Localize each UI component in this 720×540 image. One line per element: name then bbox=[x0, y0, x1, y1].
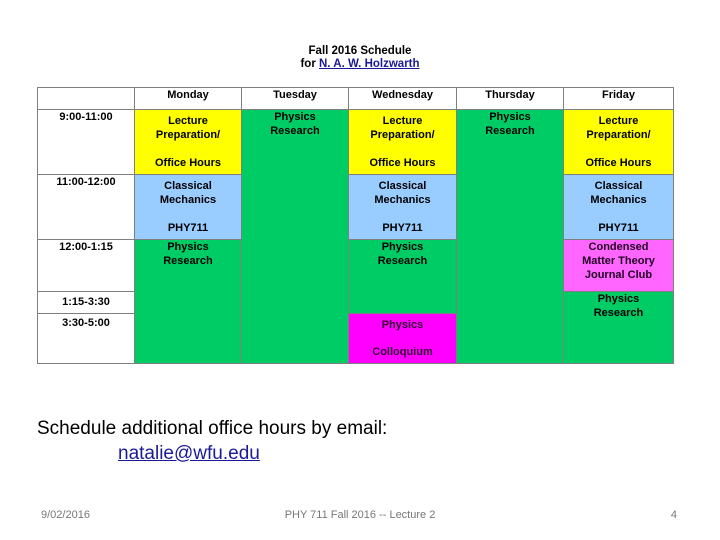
title-prefix: for bbox=[300, 58, 319, 70]
cell-text: Condensed bbox=[588, 241, 649, 253]
cell-text: Colloquium bbox=[372, 346, 433, 358]
corner-cell bbox=[37, 87, 135, 110]
cell-text: Research bbox=[163, 255, 213, 267]
cell-text: Physics bbox=[381, 241, 424, 253]
friday-physics-research: Physics Research bbox=[563, 291, 674, 364]
wednesday-physics-research: Physics Research bbox=[348, 239, 457, 314]
header-row: Monday Tuesday Wednesday Thursday Friday bbox=[37, 87, 674, 110]
wednesday-colloquium: Physics Colloquium bbox=[348, 313, 457, 364]
cell-text: Journal Club bbox=[584, 269, 653, 281]
title-line1: Fall 2016 Schedule bbox=[308, 45, 412, 57]
cell-text: Physics bbox=[274, 111, 316, 123]
cell-text: Research bbox=[270, 125, 320, 137]
table-row: 11:00-12:00 Classical Mechanics PHY711 Cl… bbox=[37, 174, 674, 240]
monday-classical-mechanics: Classical Mechanics PHY711 bbox=[134, 174, 242, 240]
time-slot: 3:30-5:00 bbox=[37, 313, 135, 364]
cell-text: Classical bbox=[378, 180, 427, 192]
cell-text: Research bbox=[377, 255, 428, 267]
table-row: 9:00-11:00 Lecture Preparation/ Office Ho… bbox=[37, 109, 674, 364]
schedule-title: Fall 2016 Schedule for N. A. W. Holzwart… bbox=[0, 45, 720, 71]
cell-text: Office Hours bbox=[154, 157, 221, 169]
owner-link[interactable]: N. A. W. Holzwarth bbox=[319, 58, 420, 70]
cell-text: Matter Theory bbox=[582, 255, 655, 267]
thursday-physics-research: Physics Research bbox=[456, 109, 564, 364]
email-link[interactable]: natalie@wfu.edu bbox=[37, 441, 387, 466]
cell-text: PHY711 bbox=[382, 222, 423, 234]
cell-text: Preparation/ bbox=[586, 129, 651, 141]
office-hours-note: Schedule additional office hours by emai… bbox=[37, 416, 387, 466]
cell-text: Office Hours bbox=[369, 157, 436, 169]
note-text: Schedule additional office hours by emai… bbox=[37, 418, 388, 439]
friday-office-hours: Lecture Preparation/ Office Hours bbox=[563, 109, 674, 175]
cell-text: PHY711 bbox=[598, 222, 639, 234]
cell-text: Physics bbox=[597, 293, 640, 305]
time-slot: 12:00-1:15 bbox=[37, 239, 135, 292]
cell-text: Preparation/ bbox=[370, 129, 435, 141]
cell-text: Research bbox=[593, 307, 644, 319]
footer-title: PHY 711 Fall 2016 -- Lecture 2 bbox=[284, 509, 436, 521]
table-row: 12:00-1:15 Physics Research Physics Resear… bbox=[37, 239, 674, 364]
friday-journal-club: Condensed Matter Theory Journal Club bbox=[563, 239, 674, 292]
cell-text: Research bbox=[485, 125, 535, 137]
cell-text: Mechanics bbox=[159, 194, 217, 206]
cell-text: Office Hours bbox=[585, 157, 652, 169]
day-header-wednesday: Wednesday bbox=[348, 87, 457, 110]
cell-text: Mechanics bbox=[374, 194, 431, 206]
day-header-thursday: Thursday bbox=[456, 87, 564, 110]
cell-text: Lecture bbox=[168, 115, 208, 127]
wednesday-classical-mechanics: Classical Mechanics PHY711 bbox=[348, 174, 457, 240]
time-slot: 1:15-3:30 bbox=[37, 291, 135, 314]
schedule-table: Monday Tuesday Wednesday Thursday Friday… bbox=[37, 87, 674, 364]
tuesday-physics-research: Physics Research bbox=[241, 109, 349, 364]
time-slot: 11:00-12:00 bbox=[37, 174, 135, 240]
title-line2: for N. A. W. Holzwarth bbox=[0, 58, 720, 71]
monday-office-hours: Lecture Preparation/ Office Hours bbox=[134, 109, 242, 175]
cell-text: Physics bbox=[167, 241, 209, 253]
day-header-monday: Monday bbox=[134, 87, 242, 110]
page-number: 4 bbox=[670, 509, 677, 521]
day-header-tuesday: Tuesday bbox=[241, 87, 349, 110]
monday-physics-research: Physics Research bbox=[134, 239, 242, 364]
cell-text: Physics bbox=[381, 319, 424, 331]
cell-text: PHY711 bbox=[167, 222, 209, 234]
cell-text: Lecture bbox=[598, 115, 639, 127]
day-header-friday: Friday bbox=[563, 87, 674, 110]
cell-text: Physics bbox=[489, 111, 531, 123]
cell-text: Classical bbox=[594, 180, 643, 192]
wednesday-office-hours: Lecture Preparation/ Office Hours bbox=[348, 109, 457, 175]
cell-text: Lecture bbox=[382, 115, 423, 127]
time-slot: 9:00-11:00 bbox=[37, 109, 135, 175]
cell-text: Classical bbox=[164, 180, 212, 192]
friday-classical-mechanics: Classical Mechanics PHY711 bbox=[563, 174, 674, 240]
cell-text: Mechanics bbox=[590, 194, 647, 206]
cell-text: Preparation/ bbox=[155, 129, 221, 141]
